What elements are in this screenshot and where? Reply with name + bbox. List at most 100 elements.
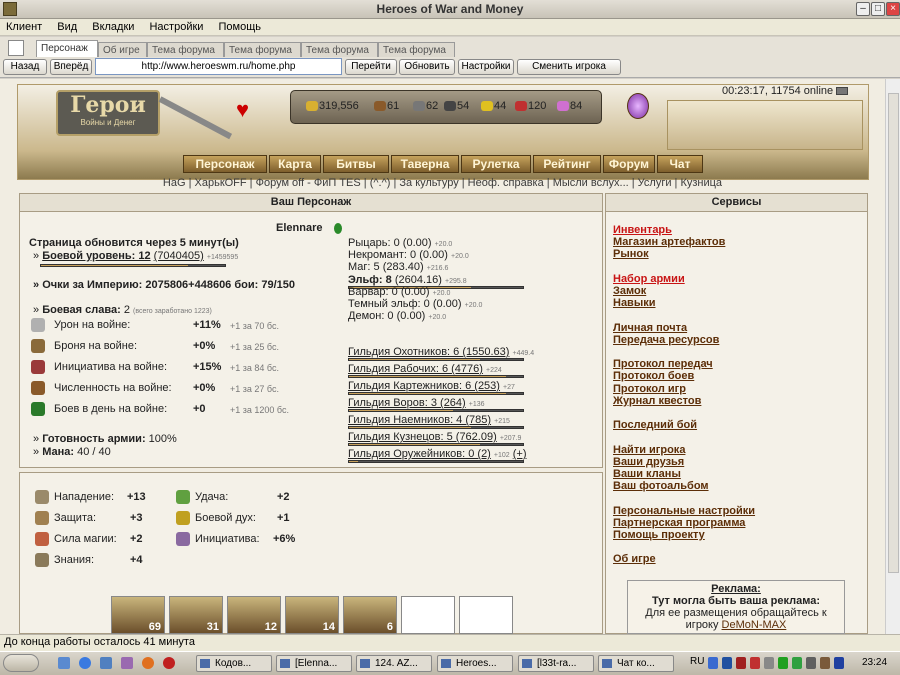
menu-help[interactable]: Помощь <box>212 19 267 33</box>
service-link[interactable]: Личная почта <box>613 322 687 334</box>
army-slot[interactable]: 31 <box>169 596 223 634</box>
tray-alert-icon[interactable] <box>750 657 760 669</box>
tab-about[interactable]: Об игре <box>98 42 147 58</box>
minimize-button[interactable]: – <box>856 2 870 16</box>
service-link[interactable]: Персональные настройки <box>613 505 755 517</box>
tray-bluetooth-icon[interactable] <box>722 657 732 669</box>
nav-map[interactable]: Карта <box>269 155 321 173</box>
service-link[interactable]: Ваши кланы <box>613 468 681 480</box>
service-link[interactable]: Передача ресурсов <box>613 334 719 346</box>
army-slot[interactable]: 6 <box>343 596 397 634</box>
faction-label: Эльф: 8 <box>348 273 392 286</box>
service-link[interactable]: Об игре <box>613 553 656 565</box>
service-link[interactable]: Найти игрока <box>613 444 685 456</box>
taskbar-item[interactable]: 124. AZ... <box>356 655 432 672</box>
service-link[interactable]: Партнерская программа <box>613 517 745 529</box>
taskbar-item[interactable]: Кодов... <box>196 655 272 672</box>
tab-forum-2[interactable]: Тема форума <box>224 42 301 58</box>
service-link[interactable]: Инвентарь <box>613 224 672 236</box>
tray-antivirus-icon[interactable] <box>736 657 746 669</box>
switch-player-button[interactable]: Сменить игрока <box>517 59 621 75</box>
close-button[interactable]: × <box>886 2 900 16</box>
quicklaunch-mail-icon[interactable] <box>100 657 112 669</box>
guild-label[interactable]: Гильдия Рабочих: 6 (4776) <box>348 363 483 375</box>
services-title: Сервисы <box>606 194 867 212</box>
new-tab-icon[interactable] <box>8 40 24 56</box>
army-slot[interactable] <box>459 596 513 634</box>
go-button[interactable]: Перейти <box>345 59 397 75</box>
language-indicator[interactable]: RU <box>690 656 704 667</box>
service-link[interactable]: Набор армии <box>613 273 685 285</box>
guild-label[interactable]: Гильдия Картежников: 6 (253) <box>348 380 500 392</box>
refresh-button[interactable]: Обновить <box>399 59 455 75</box>
nav-roulette[interactable]: Рулетка <box>461 155 531 173</box>
tray-volume-icon[interactable] <box>764 657 774 669</box>
settings-button[interactable]: Настройки <box>458 59 514 75</box>
menu-tabs[interactable]: Вкладки <box>86 19 140 33</box>
quicklaunch-desktop-icon[interactable] <box>58 657 70 669</box>
quicklaunch-ie-icon[interactable] <box>79 657 91 669</box>
guild-label[interactable]: Гильдия Кузнецов: 5 (762.09) <box>348 431 497 443</box>
nav-chat[interactable]: Чат <box>657 155 703 173</box>
tab-forum-1[interactable]: Тема форума <box>147 42 224 58</box>
game-logo[interactable]: Герои Войны и Денег <box>56 90 160 136</box>
menu-client[interactable]: Клиент <box>0 19 48 33</box>
taskbar-item[interactable]: [l33t-ra... <box>518 655 594 672</box>
tab-forum-3[interactable]: Тема форума <box>301 42 378 58</box>
scrollbar-thumb[interactable] <box>888 93 899 573</box>
tray-network-icon[interactable] <box>708 657 718 669</box>
service-link[interactable]: Ваш фотоальбом <box>613 480 709 492</box>
service-link[interactable]: Протокол игр <box>613 383 686 395</box>
mail-icon[interactable] <box>836 87 849 96</box>
forward-button[interactable]: Вперёд <box>50 59 92 75</box>
service-link[interactable]: Протокол передач <box>613 358 713 370</box>
service-link[interactable]: Навыки <box>613 297 656 309</box>
ad-player-link[interactable]: DeMoN-MAX <box>722 619 787 631</box>
nav-forum[interactable]: Форум <box>603 155 655 173</box>
maximize-button[interactable]: □ <box>871 2 885 16</box>
service-link[interactable]: Журнал квестов <box>613 395 701 407</box>
nav-tavern[interactable]: Таверна <box>391 155 459 173</box>
nav-battles[interactable]: Битвы <box>323 155 389 173</box>
guild-label[interactable]: Гильдия Воров: 3 (264) <box>348 397 466 409</box>
army-slot[interactable]: 14 <box>285 596 339 634</box>
faction-row: Демон: 0 (0.00) +20.0 <box>348 310 446 322</box>
menu-settings[interactable]: Настройки <box>143 19 209 33</box>
army-slot[interactable]: 12 <box>227 596 281 634</box>
vertical-scrollbar[interactable] <box>885 79 900 634</box>
tray-keyboard-icon[interactable] <box>834 657 844 669</box>
tray-messenger-icon[interactable] <box>792 657 802 669</box>
back-button[interactable]: Назад <box>3 59 47 75</box>
tray-app-icon[interactable] <box>806 657 816 669</box>
army-slot[interactable]: 69 <box>111 596 165 634</box>
guild-plus-link[interactable]: (+) <box>513 448 527 460</box>
quicklaunch-firefox-icon[interactable] <box>142 657 154 669</box>
guild-label[interactable]: Гильдия Охотников: 6 (1550.63) <box>348 346 509 358</box>
community-links[interactable]: HaG | ХарькOFF | Форум off - ФиП TES | (… <box>0 177 885 190</box>
taskbar-item[interactable]: [Elenna... <box>276 655 352 672</box>
service-link[interactable]: Протокол боев <box>613 370 694 382</box>
url-input[interactable]: http://www.heroeswm.ru/home.php <box>95 58 342 75</box>
tray-status-icon[interactable] <box>778 657 788 669</box>
service-link[interactable]: Помощь проекту <box>613 529 705 541</box>
quicklaunch-media-icon[interactable] <box>121 657 133 669</box>
service-link[interactable]: Последний бой <box>613 419 697 431</box>
service-link[interactable]: Замок <box>613 285 646 297</box>
taskbar-item[interactable]: Heroes... <box>437 655 513 672</box>
quicklaunch-opera-icon[interactable] <box>163 657 175 669</box>
service-link[interactable]: Рынок <box>613 248 649 260</box>
menu-view[interactable]: Вид <box>51 19 83 33</box>
nav-character[interactable]: Персонаж <box>183 155 267 173</box>
tab-forum-4[interactable]: Тема форума <box>378 42 455 58</box>
guild-label[interactable]: Гильдия Оружейников: 0 (2) <box>348 448 491 460</box>
army-slot[interactable] <box>401 596 455 634</box>
tab-character[interactable]: Персонаж <box>36 40 98 58</box>
nav-rating[interactable]: Рейтинг <box>533 155 601 173</box>
character-name[interactable]: Elennare <box>276 222 322 234</box>
taskbar-item[interactable]: Чат ко... <box>598 655 674 672</box>
tray-game-icon[interactable] <box>820 657 830 669</box>
start-button[interactable] <box>3 654 39 672</box>
service-link[interactable]: Ваши друзья <box>613 456 684 468</box>
service-link[interactable]: Магазин артефактов <box>613 236 725 248</box>
guild-label[interactable]: Гильдия Наемников: 4 (785) <box>348 414 491 426</box>
